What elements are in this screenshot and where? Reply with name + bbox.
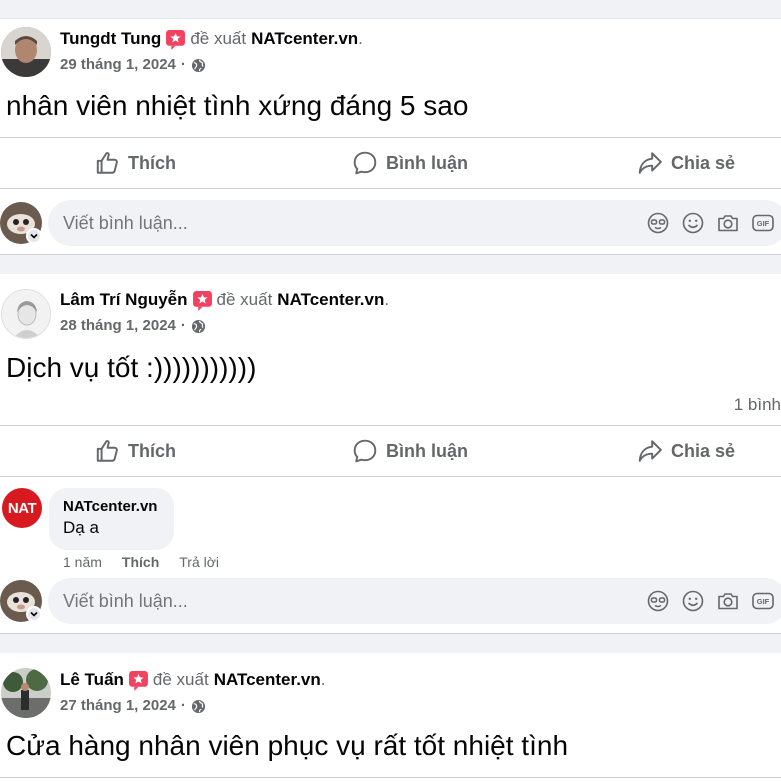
comment-thread: NAT NATcenter.vn Dạ a 1 năm Thích Trả lờ… <box>0 488 781 578</box>
comment-button[interactable]: Bình luận <box>352 426 468 476</box>
author-name[interactable]: Lê Tuấn <box>60 669 124 691</box>
recommend-verb: đề xuất <box>152 670 209 689</box>
avatar[interactable] <box>1 668 51 718</box>
comment-reply-link[interactable]: Trả lời <box>179 554 219 570</box>
post-meta: 28 tháng 1, 2024 · <box>60 317 206 335</box>
comment-count[interactable]: 1 bình <box>734 395 781 415</box>
divider <box>0 188 781 189</box>
post-date[interactable]: 28 tháng 1, 2024 <box>60 317 176 335</box>
comment-bubble-icon <box>352 150 378 176</box>
comment-button[interactable]: Bình luận <box>352 138 468 188</box>
like-label: Thích <box>128 152 176 173</box>
comment-bubble-icon <box>352 438 378 464</box>
divider <box>0 777 781 778</box>
commenter-name[interactable]: NATcenter.vn <box>63 497 160 517</box>
recommend-badge-icon <box>192 290 213 311</box>
post-meta: 27 tháng 1, 2024 · <box>60 697 206 715</box>
recommend-badge-icon <box>128 670 149 691</box>
period: . <box>320 670 326 689</box>
period: . <box>358 29 363 48</box>
emoji-icon[interactable] <box>681 589 705 613</box>
action-bar: Thích Bình luận Chia sẻ <box>0 426 781 476</box>
separator: · <box>180 56 186 73</box>
like-button[interactable]: Thích <box>94 138 176 188</box>
page-name[interactable]: NATcenter.vn <box>214 669 321 691</box>
divider <box>0 476 781 477</box>
account-switcher[interactable] <box>26 228 42 244</box>
account-switcher[interactable] <box>26 606 42 622</box>
post-header: Lâm Trí Nguyễn đề xuất NATcenter.vn. <box>60 289 389 311</box>
post-header: Lê Tuấn đề xuất NATcenter.vn. <box>60 669 326 691</box>
comment-label: Bình luận <box>386 152 468 173</box>
recommend-verb: đề xuất <box>216 290 273 309</box>
thumbs-up-icon <box>94 150 120 176</box>
period: . <box>384 290 390 309</box>
like-label: Thích <box>128 440 176 461</box>
avatar[interactable] <box>1 289 51 339</box>
post-meta: 29 tháng 1, 2024 · <box>60 56 206 74</box>
share-label: Chia sẻ <box>671 152 736 173</box>
recommend-verb: đề xuất <box>190 29 247 48</box>
comment-like-link[interactable]: Thích <box>122 554 159 570</box>
post-header: Tungdt Tung đề xuất NATcenter.vn. <box>60 28 363 50</box>
globe-icon <box>191 319 206 334</box>
share-arrow-icon <box>637 438 663 464</box>
share-arrow-icon <box>637 150 663 176</box>
post-text: nhân viên nhiệt tình xứng đáng 5 sao <box>6 90 469 121</box>
comment-label: Bình luận <box>386 440 468 461</box>
comment-meta: 1 năm Thích Trả lời <box>63 554 219 570</box>
comment-time[interactable]: 1 năm <box>63 554 102 570</box>
gif-icon[interactable] <box>751 589 775 613</box>
action-bar: Thích Bình luận Chia sẻ <box>0 138 781 188</box>
page-name[interactable]: NATcenter.vn <box>251 28 358 50</box>
author-name[interactable]: Lâm Trí Nguyễn <box>60 289 188 311</box>
avatar[interactable] <box>1 27 51 77</box>
share-label: Chia sẻ <box>671 440 736 461</box>
composer-tools <box>646 211 775 235</box>
recommend-badge-icon <box>165 29 186 50</box>
author-name[interactable]: Tungdt Tung <box>60 28 161 50</box>
gif-icon[interactable] <box>751 211 775 235</box>
post-text: Dịch vụ tốt :))))))))))) <box>6 352 257 383</box>
page-name[interactable]: NATcenter.vn <box>277 289 384 311</box>
share-button[interactable]: Chia sẻ <box>637 426 735 476</box>
separator: · <box>180 317 186 334</box>
chevron-down-icon <box>29 231 39 241</box>
chevron-down-icon <box>29 609 39 619</box>
comment-composer <box>0 200 781 246</box>
globe-icon <box>191 699 206 714</box>
post-text: Cửa hàng nhân viên phục vụ rất tốt nhiệt… <box>6 730 569 761</box>
like-button[interactable]: Thích <box>94 426 176 476</box>
comment-composer <box>0 578 781 624</box>
emoji-icon[interactable] <box>681 211 705 235</box>
separator: · <box>180 697 186 714</box>
camera-icon[interactable] <box>716 589 740 613</box>
review-card: Lê Tuấn đề xuất NATcenter.vn. 27 tháng 1… <box>0 653 781 781</box>
comment-text: Dạ a <box>63 518 99 537</box>
share-button[interactable]: Chia sẻ <box>637 138 735 188</box>
camera-icon[interactable] <box>716 211 740 235</box>
comment-bubble: NATcenter.vn Dạ a <box>49 488 174 550</box>
review-card: Tungdt Tung đề xuất NATcenter.vn. 29 thá… <box>0 18 781 255</box>
page-avatar[interactable]: NAT <box>2 488 42 528</box>
globe-icon <box>191 58 206 73</box>
avatar-sticker-icon[interactable] <box>646 211 670 235</box>
post-date[interactable]: 27 tháng 1, 2024 <box>60 697 176 715</box>
post-date[interactable]: 29 tháng 1, 2024 <box>60 56 176 74</box>
thumbs-up-icon <box>94 438 120 464</box>
composer-tools <box>646 589 775 613</box>
review-card: Lâm Trí Nguyễn đề xuất NATcenter.vn. 28 … <box>0 274 781 634</box>
avatar-sticker-icon[interactable] <box>646 589 670 613</box>
